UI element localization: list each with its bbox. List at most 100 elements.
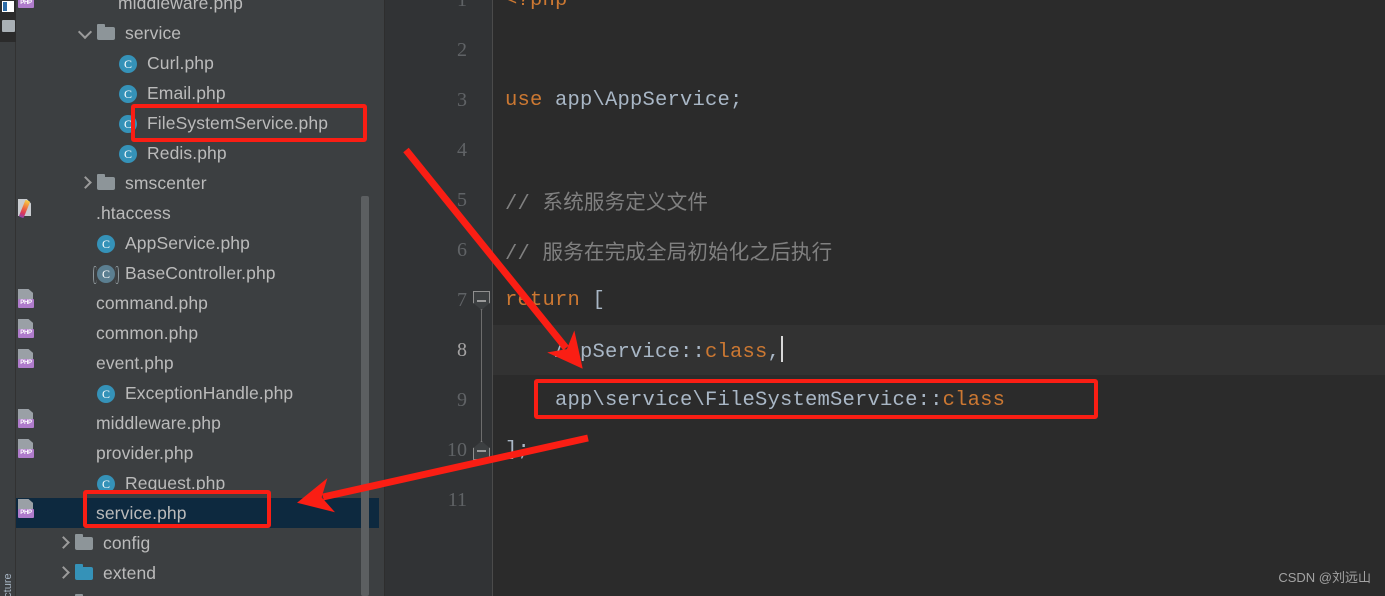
tree-chevron-placeholder (76, 233, 96, 253)
tree-chevron-placeholder (98, 53, 118, 73)
tree-item-basecontroller-php[interactable]: C BaseController.php (16, 258, 385, 288)
php-file-icon: PHP (18, 319, 34, 338)
code-editor[interactable]: 1 2 3 4 5 6 7 8 9 10 11 <?php use app\AppService; //… (385, 0, 1385, 596)
tree-chevron-placeholder (76, 353, 96, 373)
tree-item-label: smscenter (125, 172, 207, 193)
project-tree-list: PHP middleware.php service C Curl.php C Email.… (16, 0, 385, 596)
code-line-text: AppService::class, (493, 336, 784, 364)
php-file-icon: PHP (18, 349, 34, 368)
project-tree-panel: PHP middleware.php service C Curl.php C Email.… (16, 0, 385, 596)
line-number: 2 (457, 38, 467, 61)
tree-item-event-php[interactable]: PHP event.php (16, 348, 385, 378)
tree-item-extend[interactable]: extend (16, 558, 385, 588)
source-folder-icon (74, 563, 96, 583)
folder-icon (96, 173, 118, 193)
code-line-11[interactable] (493, 475, 1385, 525)
code-line-text: ]; (505, 438, 531, 462)
code-line-4[interactable] (493, 125, 1385, 175)
tree-item-command-php[interactable]: PHP command.php (16, 288, 385, 318)
code-line-text: app\service\FileSystemService::class (505, 388, 1006, 412)
php-file-icon: PHP (18, 0, 34, 8)
tree-item-redis-php[interactable]: C Redis.php (16, 138, 385, 168)
tree-item-middleware-php[interactable]: PHP middleware.php (16, 0, 385, 18)
code-line-6[interactable]: // 服务在完成全局初始化之后执行 (493, 225, 1385, 275)
tree-item-label: command.php (96, 292, 208, 313)
tree-item-request-php[interactable]: C Request.php (16, 468, 385, 498)
tree-item-config[interactable]: config (16, 528, 385, 558)
tree-item--htaccess[interactable]: .htaccess (16, 198, 385, 228)
line-number: 1 (385, 0, 481, 25)
tree-item-appservice-php[interactable]: C AppService.php (16, 228, 385, 258)
code-line-2[interactable] (493, 25, 1385, 75)
tree-item-service[interactable]: service (16, 18, 385, 48)
project-icon[interactable] (2, 1, 14, 12)
php-class-icon: C (118, 53, 140, 73)
project-tree-scrollbar-track[interactable] (361, 0, 377, 596)
code-line-3[interactable]: use app\AppService; (493, 75, 1385, 125)
tree-item-label: Redis.php (147, 142, 227, 163)
line-number: 11 (447, 488, 467, 511)
left-tool-strip: Structure (0, 0, 16, 596)
tree-item-label: middleware.php (96, 412, 221, 433)
php-file-icon: PHP (18, 439, 34, 458)
code-line-8[interactable]: AppService::class, (493, 325, 1385, 375)
tree-item-provider-php[interactable]: PHP provider.php (16, 438, 385, 468)
code-line-1[interactable]: <?php (493, 0, 1385, 25)
chevron-right-icon[interactable] (54, 533, 74, 553)
tree-chevron-placeholder (76, 473, 96, 493)
line-number: 4 (457, 138, 467, 161)
tree-item-email-php[interactable]: C Email.php (16, 78, 385, 108)
tree-item-label: .htaccess (96, 202, 171, 223)
line-number: 8 (457, 338, 467, 361)
tree-item-label: service.php (96, 502, 187, 523)
tree-item-middleware-php[interactable]: PHP middleware.php (16, 408, 385, 438)
tree-chevron-placeholder (76, 443, 96, 463)
folder-icon (74, 533, 96, 553)
php-class-icon: C (118, 113, 140, 133)
tree-chevron-placeholder (98, 83, 118, 103)
watermark-text: CSDN @刘远山 (1278, 570, 1371, 585)
tree-item-label: AppService.php (125, 232, 250, 253)
php-file-icon: PHP (18, 409, 34, 428)
tree-item-label: BaseController.php (125, 262, 276, 283)
php-file-icon: PHP (18, 289, 34, 308)
structure-tool-window-button[interactable]: Structure (2, 558, 14, 596)
php-file-icon: PHP (18, 499, 34, 518)
tree-item-curl-php[interactable]: C Curl.php (16, 48, 385, 78)
code-content-area[interactable]: <?php use app\AppService; // 系统服务定义文件 // 服务… (493, 0, 1385, 596)
code-fold-connector-line (481, 309, 482, 441)
tree-item-exceptionhandle-php[interactable]: C ExceptionHandle.php (16, 378, 385, 408)
code-line-7[interactable]: return [ (493, 275, 1385, 325)
tree-chevron-placeholder (76, 413, 96, 433)
tree-item-label: event.php (96, 352, 174, 373)
tree-item-common-php[interactable]: PHP common.php (16, 318, 385, 348)
tree-item-public[interactable]: public (16, 588, 385, 596)
ide-window: Structure PHP middleware.php service C Curl.… (0, 0, 1385, 596)
tree-item-filesystemservice-php[interactable]: C FileSystemService.php (16, 108, 385, 138)
tree-chevron-placeholder (98, 0, 118, 13)
chevron-right-icon[interactable] (76, 173, 96, 193)
php-abstract-class-icon: C (93, 263, 119, 284)
code-line-text: use app\AppService; (505, 88, 743, 112)
chevron-down-icon[interactable] (76, 23, 96, 43)
tree-chevron-placeholder (76, 203, 96, 223)
php-class-icon: C (118, 143, 140, 163)
folder-icon[interactable] (2, 20, 15, 32)
tree-chevron-placeholder (76, 383, 96, 403)
code-line-10[interactable]: ]; (493, 425, 1385, 475)
code-line-9[interactable]: app\service\FileSystemService::class (493, 375, 1385, 425)
tree-chevron-placeholder (98, 113, 118, 133)
code-line-text: return [ (505, 288, 606, 312)
tree-item-service-php[interactable]: PHP service.php (16, 498, 385, 528)
tree-item-smscenter[interactable]: smscenter (16, 168, 385, 198)
line-number: 7 (457, 288, 467, 311)
tree-item-label: config (103, 532, 151, 553)
tree-item-label: Email.php (147, 82, 226, 103)
tree-item-label: ExceptionHandle.php (125, 382, 294, 403)
chevron-right-icon[interactable] (54, 563, 74, 583)
code-line-5[interactable]: // 系统服务定义文件 (493, 175, 1385, 225)
php-class-icon: C (96, 383, 118, 403)
text-caret (781, 336, 784, 362)
project-tree-scrollbar-thumb[interactable] (361, 196, 369, 596)
line-number: 3 (457, 88, 467, 111)
